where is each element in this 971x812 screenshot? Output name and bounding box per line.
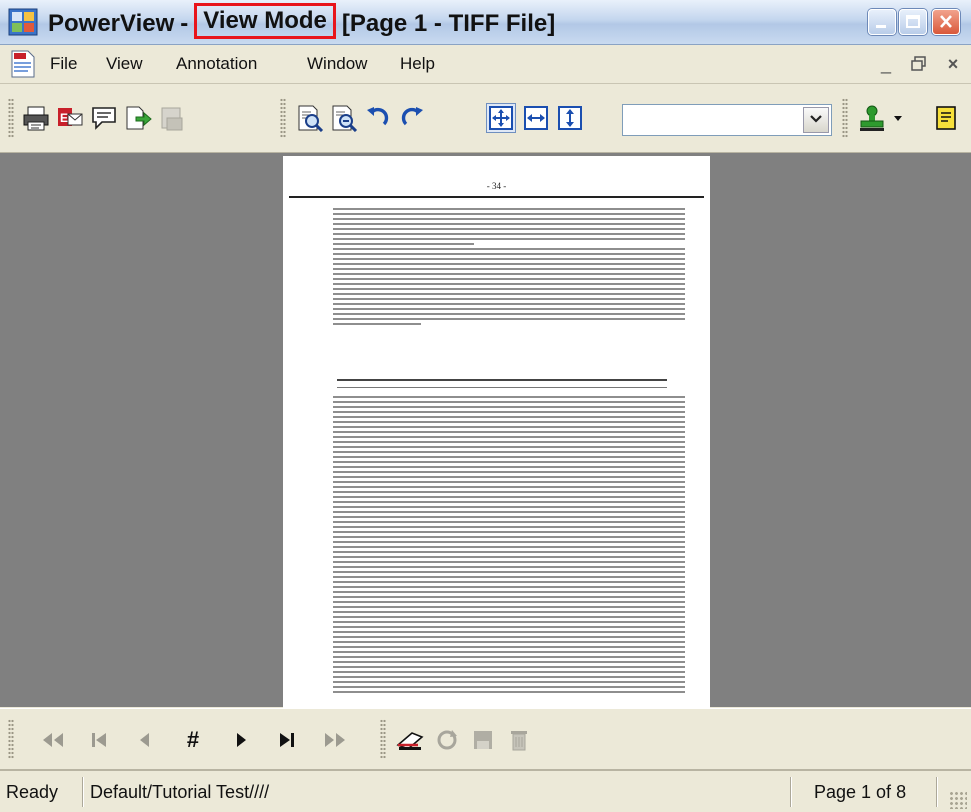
- comment-icon[interactable]: [90, 104, 118, 132]
- doc-close-button[interactable]: ×: [940, 51, 966, 77]
- note-icon[interactable]: [932, 104, 960, 132]
- toolbar-grip-2[interactable]: [280, 98, 286, 138]
- doc-restore-button[interactable]: [906, 51, 932, 77]
- next-page-icon[interactable]: [228, 727, 254, 753]
- menu-window[interactable]: Window: [307, 53, 367, 75]
- document-workspace[interactable]: - 34 -: [0, 153, 971, 708]
- menu-annotation[interactable]: Annotation: [176, 53, 257, 75]
- delete-shape: [511, 731, 527, 751]
- restore-icon: [911, 56, 926, 71]
- section-heading: [337, 379, 667, 388]
- go-to-page-icon[interactable]: #: [180, 727, 206, 753]
- document-page[interactable]: - 34 -: [283, 156, 710, 708]
- fast-forward-shape: [325, 733, 345, 747]
- status-separator-2: [790, 777, 792, 807]
- fit-width-icon[interactable]: [522, 104, 550, 132]
- status-page-count: Page 1 of 8: [814, 782, 907, 802]
- resize-grip[interactable]: [949, 791, 967, 809]
- zoom-in-icon[interactable]: [296, 104, 324, 132]
- stamp-icon[interactable]: [858, 104, 886, 132]
- scan-icon[interactable]: [396, 727, 424, 753]
- last-page-shape: [280, 733, 294, 747]
- close-button[interactable]: [932, 9, 960, 35]
- page-number: - 34 -: [486, 181, 507, 191]
- app-window: PowerView - View Mode [Page 1 - TIFF File] …: [0, 0, 971, 812]
- zoom-select[interactable]: [622, 104, 832, 136]
- maximize-icon: [906, 15, 920, 28]
- stamp-disabled-icon[interactable]: [158, 104, 186, 132]
- first-page-icon[interactable]: [86, 727, 112, 753]
- maximize-button[interactable]: [899, 9, 927, 35]
- stamp-dropdown-icon[interactable]: [890, 104, 906, 132]
- navigation-toolbar: #: [0, 708, 971, 770]
- page-text-block-1: [333, 208, 685, 328]
- menu-view[interactable]: View: [106, 53, 143, 75]
- email-icon[interactable]: E: [56, 104, 84, 132]
- status-bar: Ready Default/Tutorial Test//// Page 1 o…: [0, 770, 971, 812]
- minimize-icon: [876, 25, 886, 28]
- page-text-block-2: [333, 396, 685, 696]
- doc-minimize-button[interactable]: _: [873, 51, 899, 77]
- menu-help[interactable]: Help: [400, 53, 435, 75]
- fast-forward-icon[interactable]: [322, 727, 348, 753]
- chevron-down-icon: [810, 115, 822, 123]
- rotate-right-icon[interactable]: [398, 104, 426, 132]
- refresh-shape: [437, 730, 457, 750]
- last-page-icon[interactable]: [274, 727, 300, 753]
- refresh-icon[interactable]: [434, 727, 460, 753]
- export-icon[interactable]: [124, 104, 152, 132]
- save-disabled-icon[interactable]: [470, 727, 496, 753]
- menu-bar: File View Annotation Window Help _ ×: [0, 45, 971, 84]
- save-disabled-shape: [474, 731, 492, 749]
- previous-page-icon[interactable]: [132, 727, 158, 753]
- previous-page-shape: [140, 733, 149, 747]
- print-icon[interactable]: [22, 104, 50, 132]
- document-icon[interactable]: [10, 50, 36, 78]
- first-page-shape: [92, 733, 106, 747]
- status-separator: [82, 777, 84, 807]
- close-icon: [940, 15, 952, 28]
- toolbar-grip[interactable]: [8, 98, 14, 138]
- title-view-mode: View Mode: [194, 3, 336, 39]
- menu-file[interactable]: File: [50, 53, 77, 75]
- status-separator-3: [936, 777, 938, 807]
- window-title: PowerView - View Mode [Page 1 - TIFF File]: [48, 3, 556, 42]
- status-path: Default/Tutorial Test////: [90, 782, 270, 802]
- toolbar-grip-3[interactable]: [842, 98, 848, 138]
- scan-shape: [396, 732, 424, 750]
- nav-toolbar-grip[interactable]: [8, 719, 14, 759]
- main-toolbar: E: [0, 84, 971, 153]
- zoom-dropdown-button[interactable]: [803, 107, 829, 133]
- status-state: Ready: [6, 782, 59, 802]
- title-separator: -: [180, 10, 189, 37]
- page-header-rule: [289, 196, 704, 198]
- delete-icon[interactable]: [506, 727, 532, 753]
- title-bar: PowerView - View Mode [Page 1 - TIFF File]: [0, 0, 971, 45]
- rewind-shape: [43, 733, 63, 747]
- powerview-app-icon[interactable]: [8, 8, 38, 36]
- zoom-out-icon[interactable]: [330, 104, 358, 132]
- next-page-shape: [237, 733, 246, 747]
- title-document: [Page 1 - TIFF File]: [341, 10, 556, 37]
- nav-toolbar-grip-2[interactable]: [380, 719, 386, 759]
- fit-page-icon[interactable]: [486, 103, 516, 133]
- minimize-button[interactable]: [868, 9, 896, 35]
- rotate-left-icon[interactable]: [364, 104, 392, 132]
- rewind-icon[interactable]: [40, 727, 66, 753]
- svg-text:E: E: [60, 111, 68, 125]
- fit-height-icon[interactable]: [556, 104, 584, 132]
- title-app-name: PowerView: [48, 10, 175, 37]
